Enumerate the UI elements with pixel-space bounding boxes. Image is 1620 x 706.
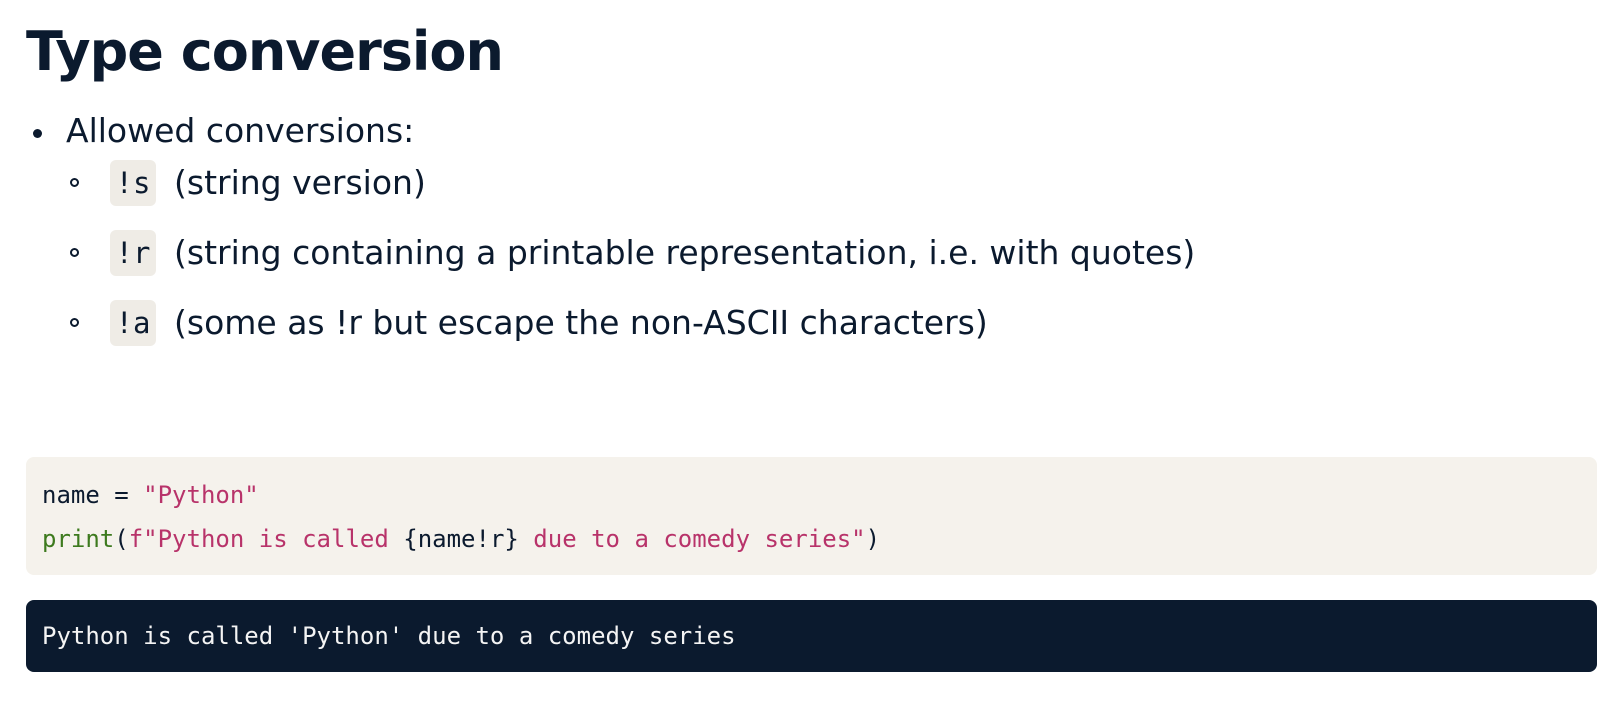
sub-list-item-r: !r (string containing a printable repres… [0, 230, 1620, 278]
code-block[interactable]: name = "Python" print(f"Python is called… [26, 457, 1597, 575]
sub-list-item-s: !s (string version) [0, 160, 1620, 208]
inline-code: !r [110, 230, 156, 276]
code-token-builtin: print [42, 525, 115, 553]
list-item: Allowed conversions: [0, 108, 1620, 154]
code-token-string: "Python" [143, 481, 259, 509]
sub-list-item-text: (string version) [174, 163, 426, 202]
sub-list-item-text: (string containing a printable represent… [174, 233, 1196, 272]
code-line-2: print(f"Python is called {name!r} due to… [42, 521, 880, 557]
page-title: Type conversion [26, 20, 504, 83]
code-token-variable: name [42, 481, 100, 509]
code-token-operator: = [99, 481, 144, 509]
conversion-list: Allowed conversions: !s (string version)… [0, 108, 1620, 346]
code-token-string: f"Python is called [128, 525, 404, 553]
bullet-dot-icon [33, 129, 42, 138]
code-token-paren: ) [865, 525, 881, 553]
inline-code: !s [110, 160, 156, 206]
inline-code: !a [110, 300, 156, 346]
code-token-expression: {name!r} [403, 525, 519, 553]
list-item-text: Allowed conversions: [66, 111, 415, 150]
hollow-bullet-icon [70, 178, 79, 187]
hollow-bullet-icon [70, 248, 79, 257]
hollow-bullet-icon [70, 318, 79, 327]
output-block[interactable]: Python is called 'Python' due to a comed… [26, 600, 1597, 672]
code-token-paren: ( [114, 525, 129, 553]
output-text: Python is called 'Python' due to a comed… [42, 622, 736, 650]
sub-list-item-text: (some as !r but escape the non-ASCII cha… [174, 303, 988, 342]
sub-list-item-a: !a (some as !r but escape the non-ASCII … [0, 300, 1620, 348]
code-token-string: due to a comedy series" [518, 525, 866, 553]
code-line-1: name = "Python" [42, 477, 259, 513]
